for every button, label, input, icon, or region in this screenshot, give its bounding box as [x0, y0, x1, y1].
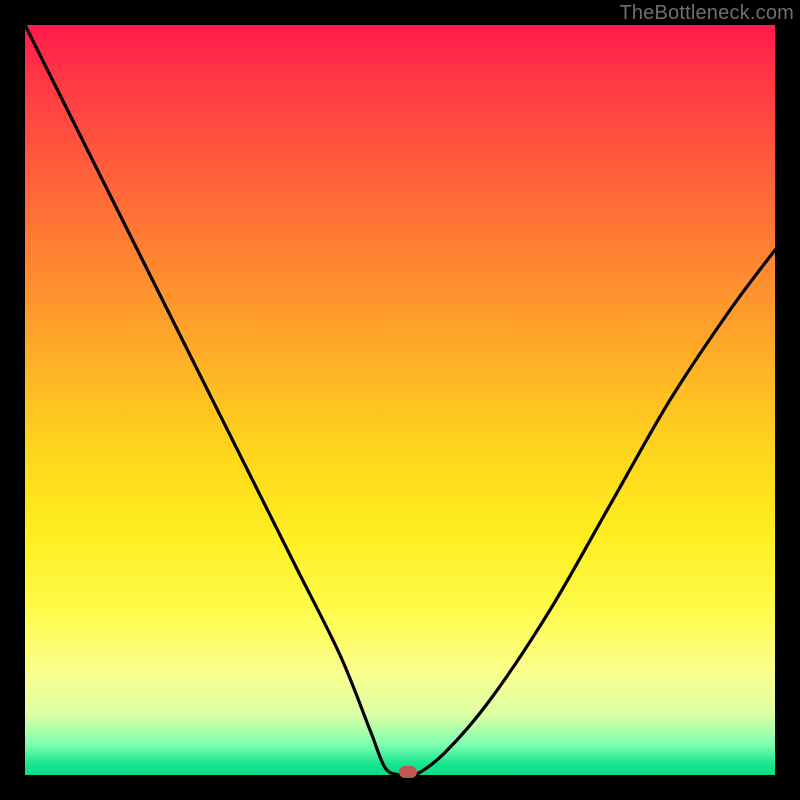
optimal-marker — [399, 766, 417, 778]
bottleneck-curve — [25, 25, 775, 775]
watermark-text: TheBottleneck.com — [619, 2, 794, 25]
curve-path — [25, 25, 775, 775]
plot-area — [25, 25, 775, 775]
chart-frame: TheBottleneck.com — [0, 0, 800, 800]
